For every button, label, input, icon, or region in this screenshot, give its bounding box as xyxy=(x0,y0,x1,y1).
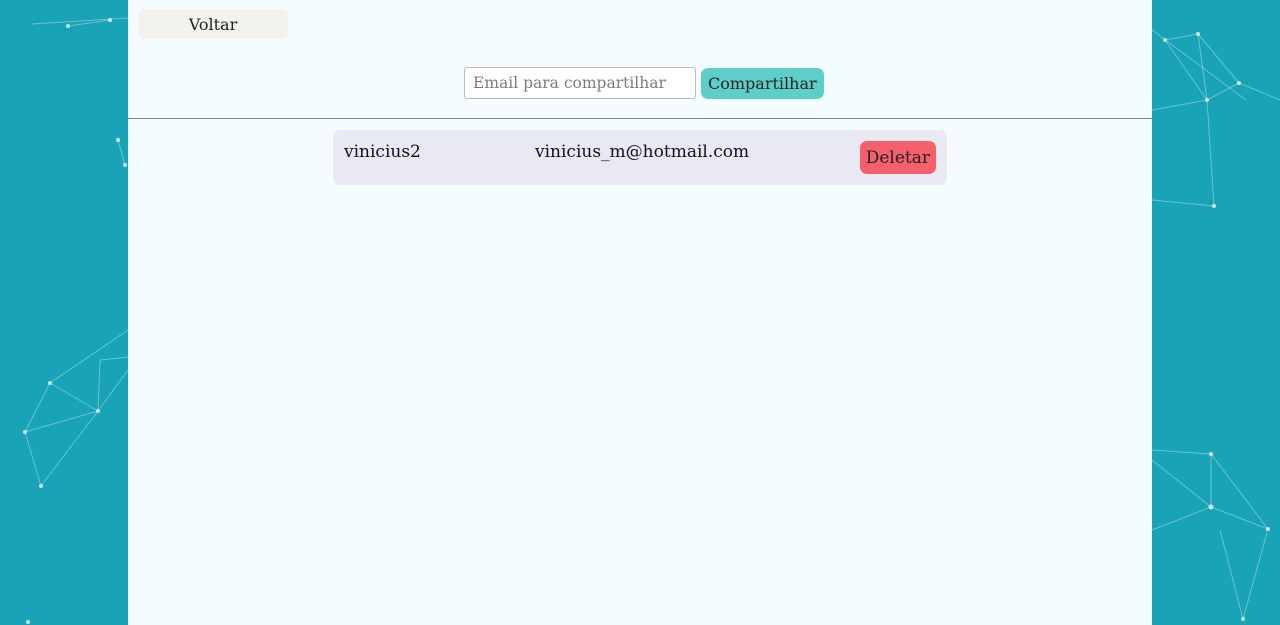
shared-users-list: vinicius2 vinicius_m@hotmail.com Deletar xyxy=(333,130,947,185)
divider xyxy=(128,118,1152,119)
back-button[interactable]: Voltar xyxy=(138,9,288,39)
delete-button[interactable]: Deletar xyxy=(859,141,936,174)
share-email-input[interactable] xyxy=(464,67,696,99)
shared-user-row: vinicius2 vinicius_m@hotmail.com Deletar xyxy=(333,130,947,185)
share-button[interactable]: Compartilhar xyxy=(701,67,824,99)
share-form: Compartilhar xyxy=(464,67,824,99)
shared-user-email: vinicius_m@hotmail.com xyxy=(535,142,750,162)
content-panel: Voltar Compartilhar vinicius2 vinicius_m… xyxy=(128,0,1152,625)
shared-user-name: vinicius2 xyxy=(344,142,421,162)
